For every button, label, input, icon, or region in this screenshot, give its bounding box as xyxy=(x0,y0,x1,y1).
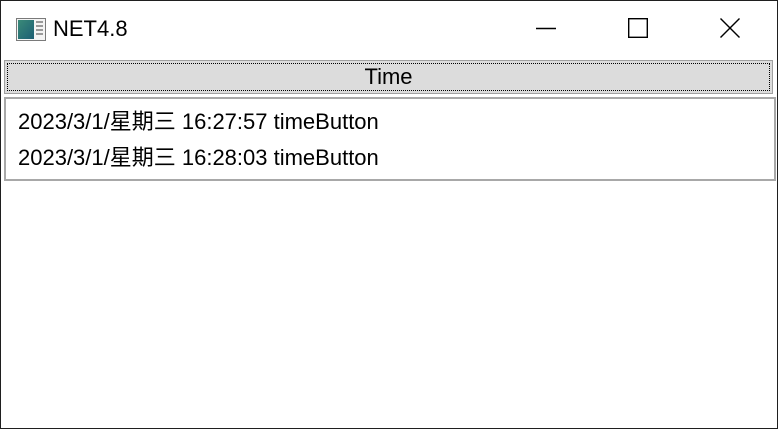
title-bar[interactable]: NET4.8 xyxy=(1,1,777,59)
time-button[interactable]: Time xyxy=(4,60,773,94)
list-item[interactable]: 2023/3/1/星期三 16:27:57 timeButton xyxy=(18,103,774,141)
close-icon xyxy=(720,18,740,42)
window-title: NET4.8 xyxy=(53,16,128,41)
list-item[interactable]: 2023/3/1/星期三 16:28:03 timeButton xyxy=(18,139,774,177)
log-listbox[interactable]: 2023/3/1/星期三 16:27:57 timeButton 2023/3/… xyxy=(4,97,776,181)
close-button[interactable] xyxy=(684,1,776,59)
minimize-button[interactable] xyxy=(500,1,592,59)
time-button-label: Time xyxy=(364,64,413,89)
minimize-icon xyxy=(536,18,556,42)
app-window: NET4.8 Time 2023/3/1/星期三 16:27:57 timeBu… xyxy=(0,0,778,429)
maximize-icon xyxy=(627,17,649,42)
app-window-icon xyxy=(16,18,46,41)
maximize-button[interactable] xyxy=(592,1,684,59)
